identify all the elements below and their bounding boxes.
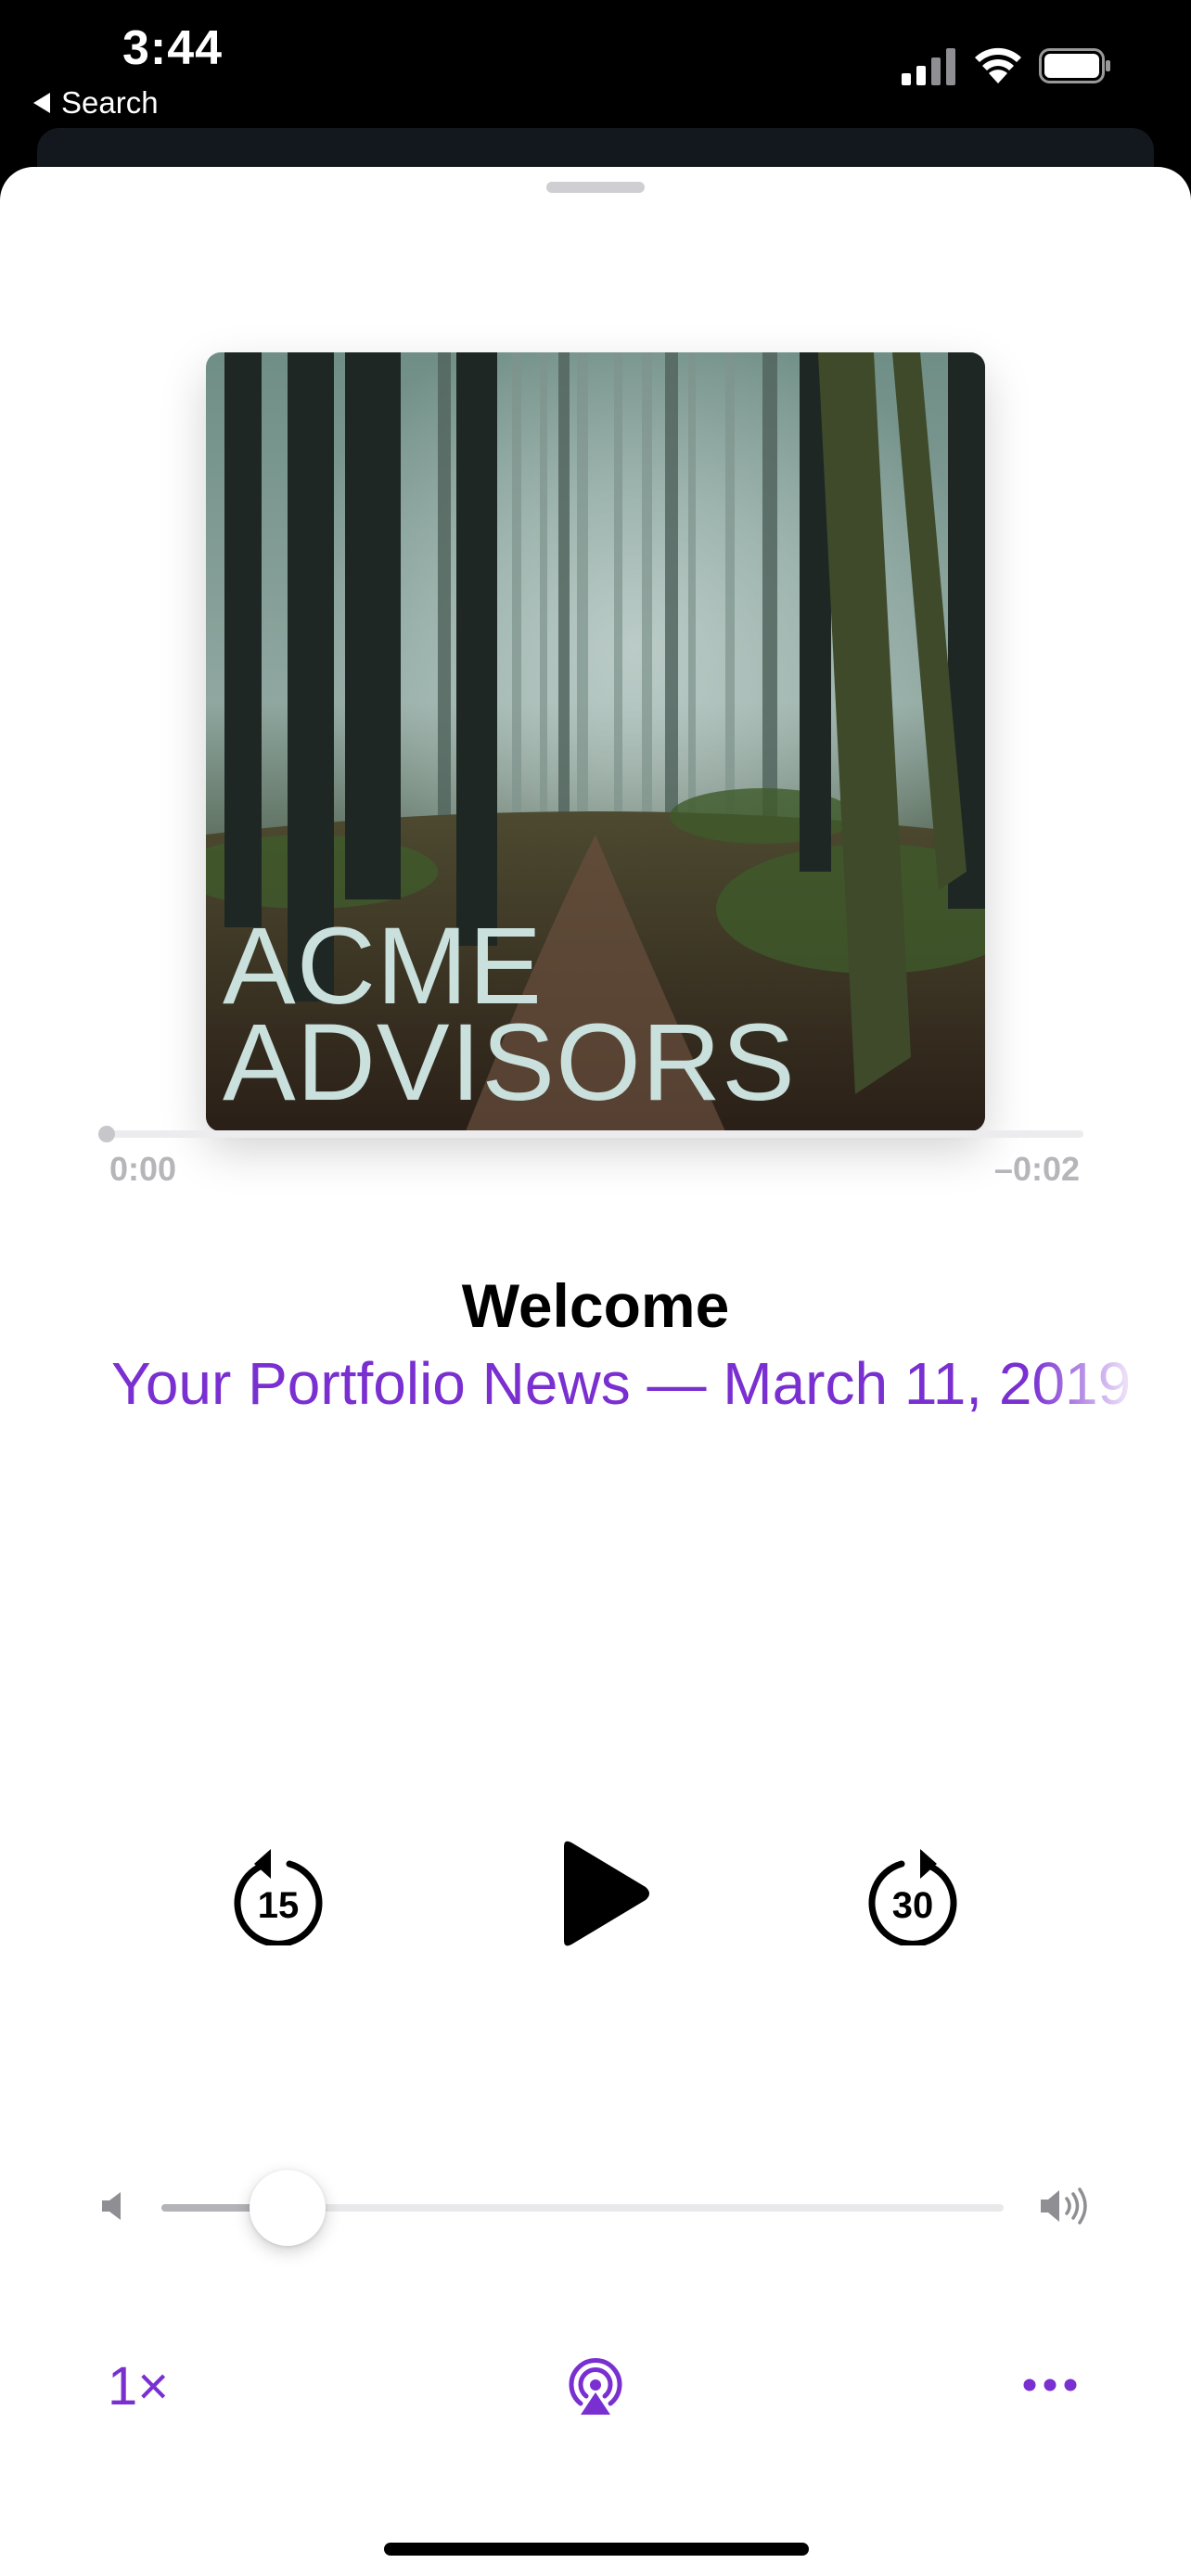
cellular-signal-icon xyxy=(902,48,955,85)
airplay-button[interactable] xyxy=(566,2357,625,2417)
play-button[interactable] xyxy=(553,1839,653,1948)
scrubber-knob[interactable] xyxy=(98,1126,115,1142)
volume-knob[interactable] xyxy=(250,2170,327,2246)
remaining-time: –0:02 xyxy=(993,1150,1080,1188)
status-time: 3:44 xyxy=(122,21,224,75)
elapsed-time: 0:00 xyxy=(109,1150,177,1188)
wifi-icon xyxy=(975,47,1021,83)
back-link-label: Search xyxy=(61,85,159,120)
sheet-grabber[interactable] xyxy=(546,182,645,193)
skip-forward-seconds: 30 xyxy=(892,1885,934,1926)
skip-forward-30-icon: 30 xyxy=(868,1849,957,1947)
artwork-title: ACME ADVISORS xyxy=(223,905,796,1124)
show-title-fade xyxy=(1031,1345,1143,1428)
volume-high-icon xyxy=(1041,2187,1087,2225)
podcast-artwork: ACME ADVISORS xyxy=(206,352,985,1131)
artwork-title-line1: ACME xyxy=(223,905,543,1027)
volume-slider[interactable] xyxy=(161,2170,1004,2246)
status-bar: 3:44 Search xyxy=(0,0,1191,130)
skip-forward-button[interactable]: 30 xyxy=(864,1843,961,1947)
artwork-title-line2: ADVISORS xyxy=(223,1001,796,1124)
show-title[interactable]: Your Portfolio News — March 11, 2019 xyxy=(111,1349,1143,1418)
airplay-audio-icon xyxy=(569,2358,622,2415)
battery-icon xyxy=(1039,48,1110,83)
back-to-search-link[interactable]: Search xyxy=(33,85,159,121)
playback-speed-button[interactable]: 1× xyxy=(108,2355,169,2417)
volume-low-icon xyxy=(102,2192,121,2220)
back-arrow-icon xyxy=(33,93,50,113)
ellipsis-icon xyxy=(1023,2378,1077,2391)
episode-title: Welcome xyxy=(461,1271,730,1340)
skip-back-button[interactable]: 15 xyxy=(230,1843,327,1947)
home-indicator xyxy=(384,2543,809,2556)
skip-back-seconds: 15 xyxy=(258,1885,300,1926)
play-icon xyxy=(564,1841,649,1946)
skip-back-15-icon: 15 xyxy=(234,1849,323,1947)
playback-scrubber[interactable] xyxy=(98,1126,1083,1142)
more-options-button[interactable] xyxy=(1022,2378,1078,2392)
